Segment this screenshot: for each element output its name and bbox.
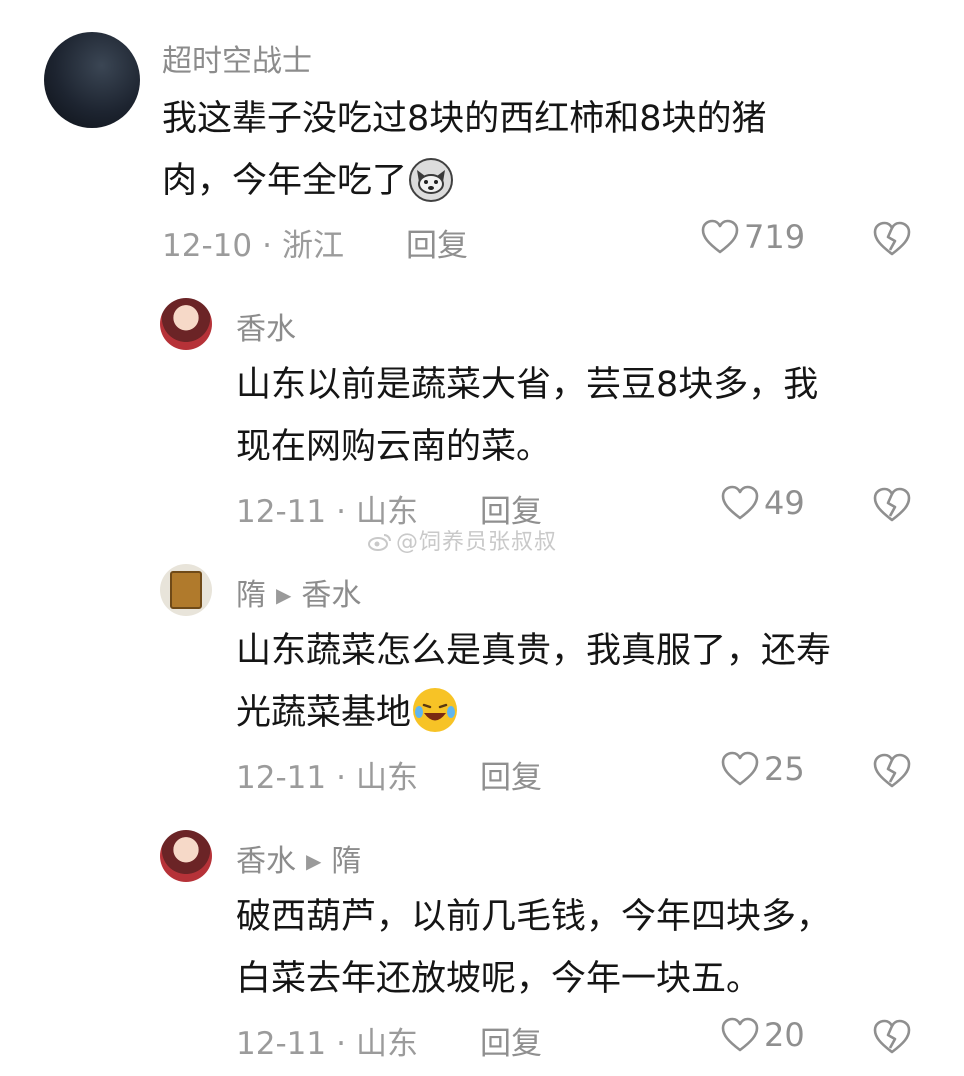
dislike-button[interactable] (872, 1018, 912, 1060)
heart-icon (721, 1017, 759, 1052)
avatar[interactable] (44, 32, 140, 128)
like-count: 719 (744, 218, 806, 256)
watermark: @饲养员张叔叔 (368, 524, 557, 556)
separator: · (336, 1026, 346, 1062)
like-count: 20 (764, 1016, 805, 1054)
separator: · (336, 760, 346, 796)
username-line: 香水 ▶ 隋 (236, 836, 361, 880)
comment-text: 山东蔬菜怎么是真贵，我真服了，还寿 光蔬菜基地 (236, 620, 831, 744)
username[interactable]: 隋 (236, 578, 266, 613)
comment-text-line: 山东以前是蔬菜大省，芸豆8块多，我 (236, 365, 819, 405)
reply-arrow-icon: ▶ (276, 583, 292, 607)
reply-button[interactable]: 回复 (480, 1018, 542, 1063)
comment-text-line: 山东蔬菜怎么是真贵，我真服了，还寿 (236, 631, 832, 671)
wolf-emoji-icon (409, 158, 454, 202)
comment-text: 破西葫芦，以前几毛钱，今年四块多， 白菜去年还放坡呢，今年一块五。 (236, 886, 831, 1010)
comment-meta: 12-11 · 山东 (236, 752, 418, 797)
avatar[interactable] (160, 298, 212, 350)
broken-heart-icon (873, 487, 911, 522)
like-count: 25 (764, 750, 805, 788)
reply-button[interactable]: 回复 (406, 220, 468, 265)
weibo-logo-icon (368, 534, 391, 551)
like-button[interactable]: 49 (720, 484, 805, 522)
comment-text-line: 破西葫芦，以前几毛钱，今年四块多， (236, 897, 832, 937)
comment-location: 山东 (355, 760, 418, 796)
comment-date: 12-11 (236, 1026, 327, 1062)
comment-text-line: 我这辈子没吃过8块的西红柿和8块的猪 (162, 99, 767, 139)
reply-to-username[interactable]: 隋 (331, 844, 361, 879)
username[interactable]: 香水 (236, 844, 296, 879)
dislike-button[interactable] (872, 220, 912, 262)
comment-text: 我这辈子没吃过8块的西红柿和8块的猪 肉，今年全吃了 (162, 88, 767, 212)
reply-to-username[interactable]: 香水 (301, 578, 361, 613)
broken-heart-icon (873, 221, 911, 256)
like-button[interactable]: 20 (720, 1016, 805, 1054)
comment-location: 山东 (355, 1026, 418, 1062)
username-line: 隋 ▶ 香水 (236, 570, 361, 614)
separator: · (336, 494, 346, 530)
heart-icon (721, 485, 759, 520)
comment-text-line: 现在网购云南的菜。 (236, 427, 552, 467)
reply-arrow-icon: ▶ (306, 849, 322, 873)
comment-date: 12-11 (236, 494, 327, 530)
broken-heart-icon (873, 1019, 911, 1054)
like-count: 49 (764, 484, 805, 522)
dislike-button[interactable] (872, 752, 912, 794)
like-button[interactable]: 25 (720, 750, 805, 788)
heart-icon (721, 751, 759, 786)
comment-text-line: 肉，今年全吃了 (162, 161, 408, 201)
reply-button[interactable]: 回复 (480, 752, 542, 797)
username[interactable]: 超时空战士 (162, 36, 312, 80)
dislike-button[interactable] (872, 486, 912, 528)
comment-meta: 12-11 · 山东 (236, 1018, 418, 1063)
comment-date: 12-11 (236, 760, 327, 796)
comment-date: 12-10 (162, 228, 253, 264)
watermark-text: @饲养员张叔叔 (396, 530, 558, 555)
comment-text-line: 光蔬菜基地 (236, 693, 412, 733)
heart-icon (701, 219, 739, 254)
username[interactable]: 香水 (236, 304, 296, 348)
avatar[interactable] (160, 564, 212, 616)
comment-meta: 12-10 · 浙江 (162, 220, 344, 265)
separator: · (262, 228, 272, 264)
comment-location: 浙江 (281, 228, 344, 264)
avatar[interactable] (160, 830, 212, 882)
comment-text: 山东以前是蔬菜大省，芸豆8块多，我 现在网购云南的菜。 (236, 354, 818, 478)
comment-text-line: 白菜去年还放坡呢，今年一块五。 (236, 959, 762, 999)
broken-heart-icon (873, 753, 911, 788)
crying-laughing-emoji-icon (413, 688, 458, 732)
like-button[interactable]: 719 (700, 218, 805, 256)
